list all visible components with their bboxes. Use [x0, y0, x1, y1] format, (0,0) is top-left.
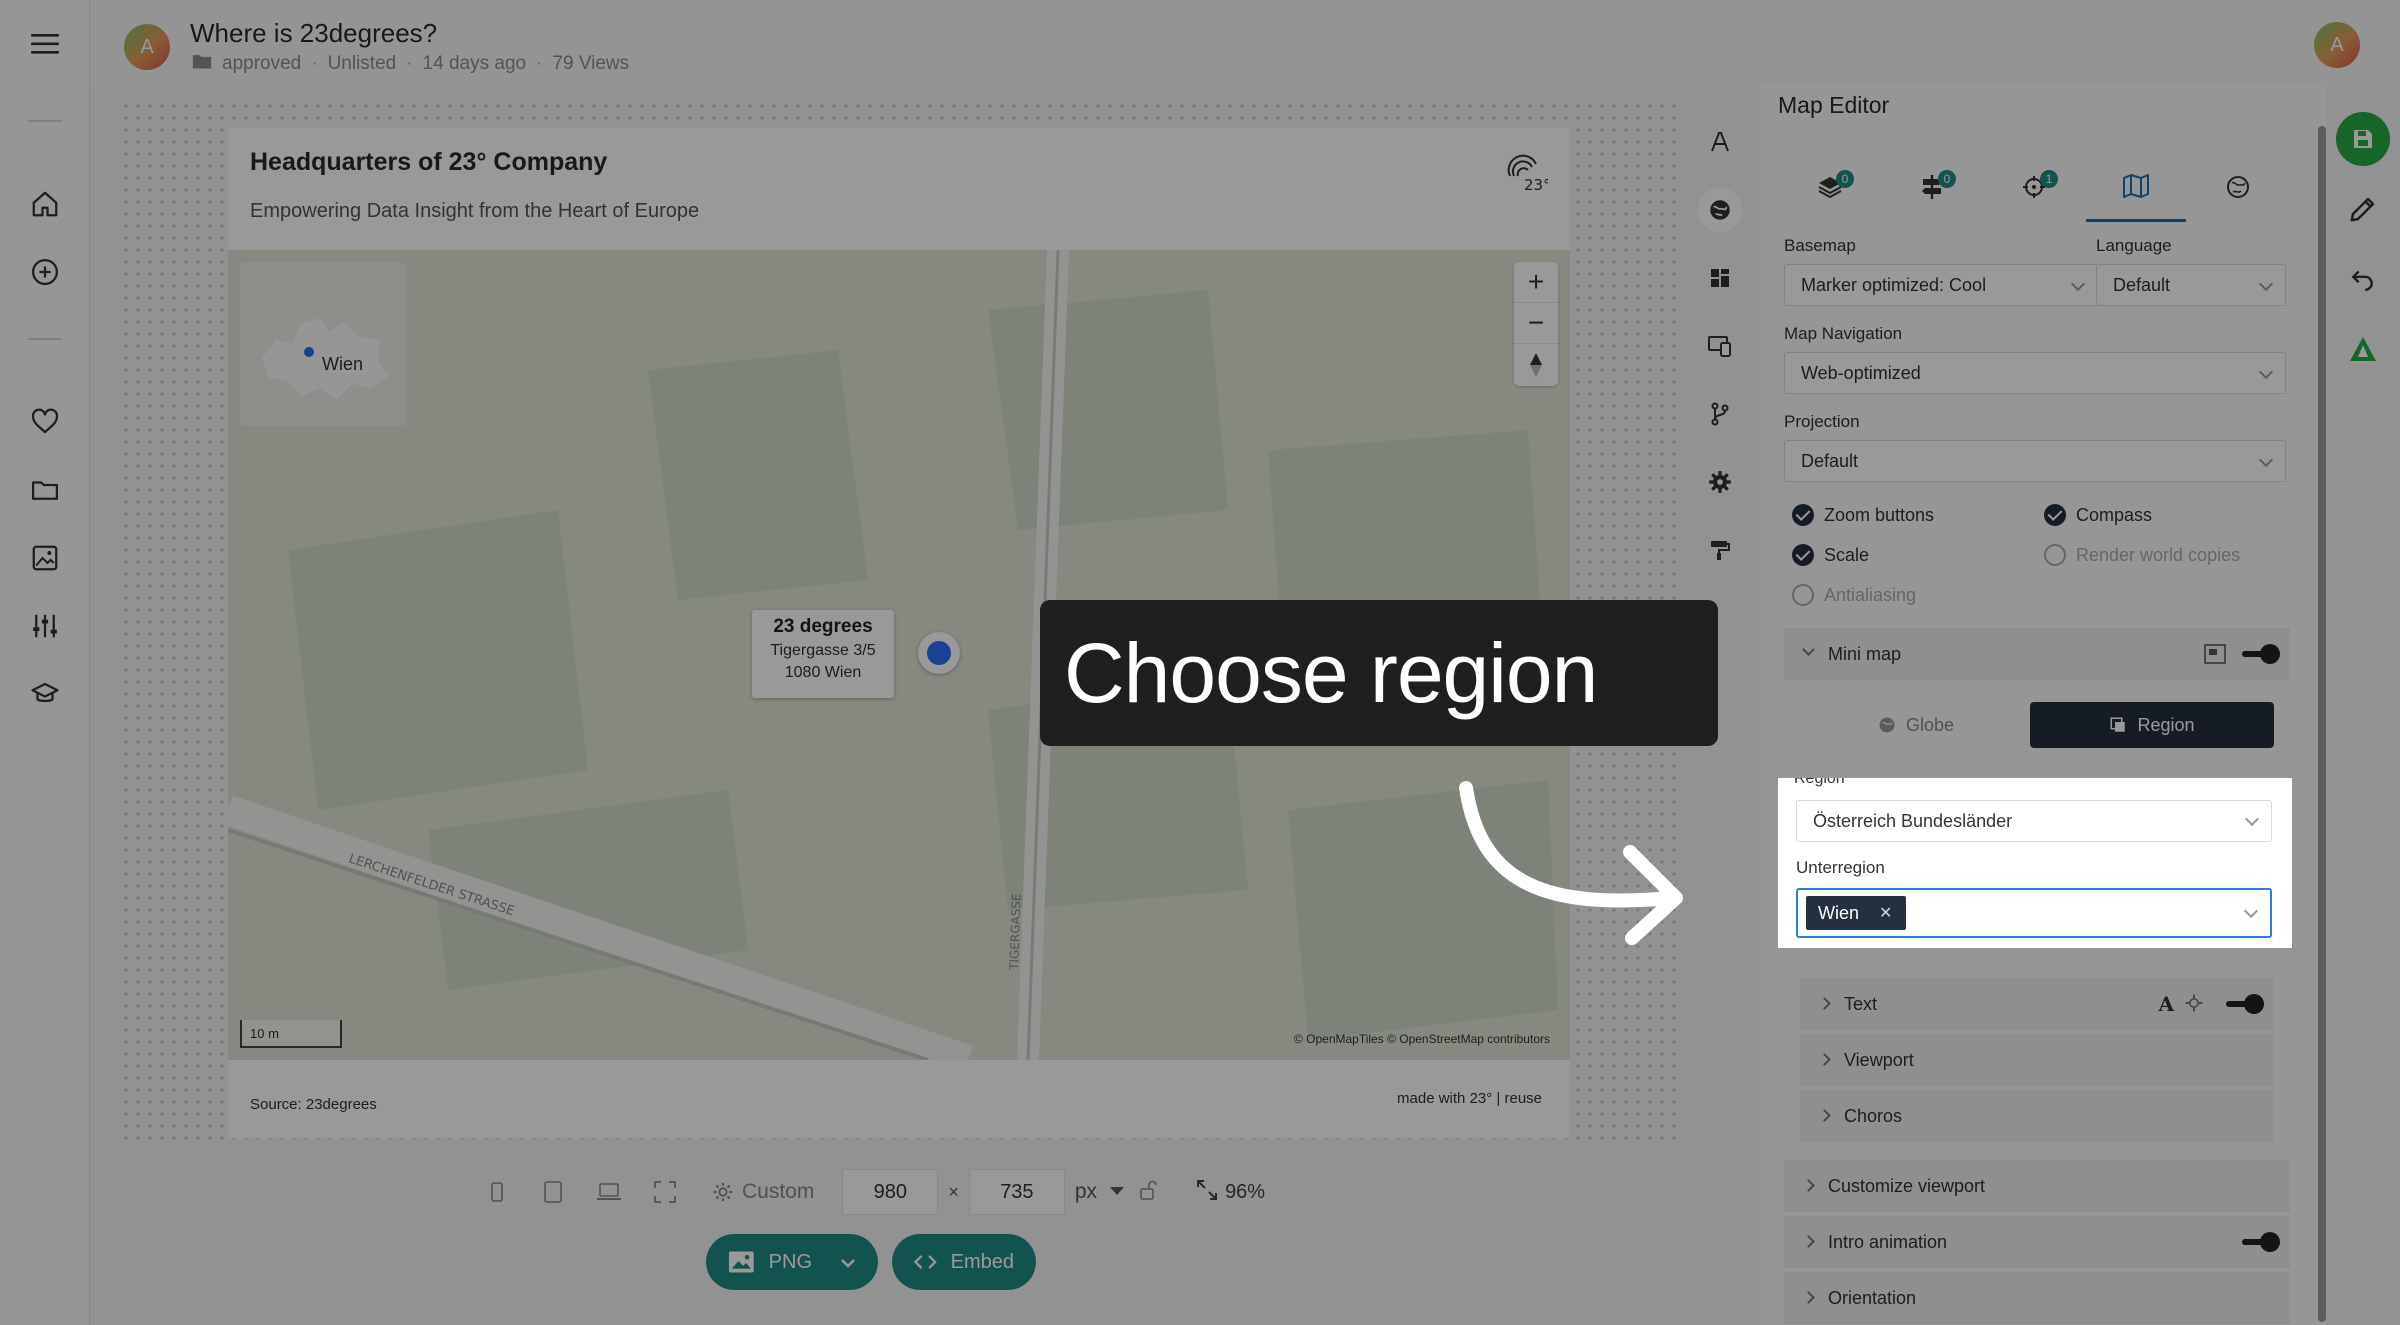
region-field-label: Region — [1794, 778, 1845, 787]
region-selector-highlight: Region Österreich Bundesländer Unterregi… — [1778, 778, 2292, 948]
chevron-down-icon — [2244, 811, 2260, 827]
subregion-tag[interactable]: Wien ✕ — [1806, 896, 1907, 930]
region-select[interactable]: Österreich Bundesländer — [1796, 800, 2272, 842]
region-value: Österreich Bundesländer — [1813, 810, 2013, 831]
chevron-down-icon — [2243, 903, 2259, 919]
subregion-select[interactable]: Wien ✕ — [1796, 888, 2272, 938]
remove-tag-icon[interactable]: ✕ — [1879, 903, 1892, 923]
subregion-tag-label: Wien — [1818, 902, 1860, 923]
tutorial-callout: Choose region — [1040, 600, 1718, 746]
pointer-arrow-icon — [1459, 781, 1683, 945]
callout-text: Choose region — [1064, 625, 1598, 720]
subregion-label: Unterregion — [1796, 858, 1885, 877]
